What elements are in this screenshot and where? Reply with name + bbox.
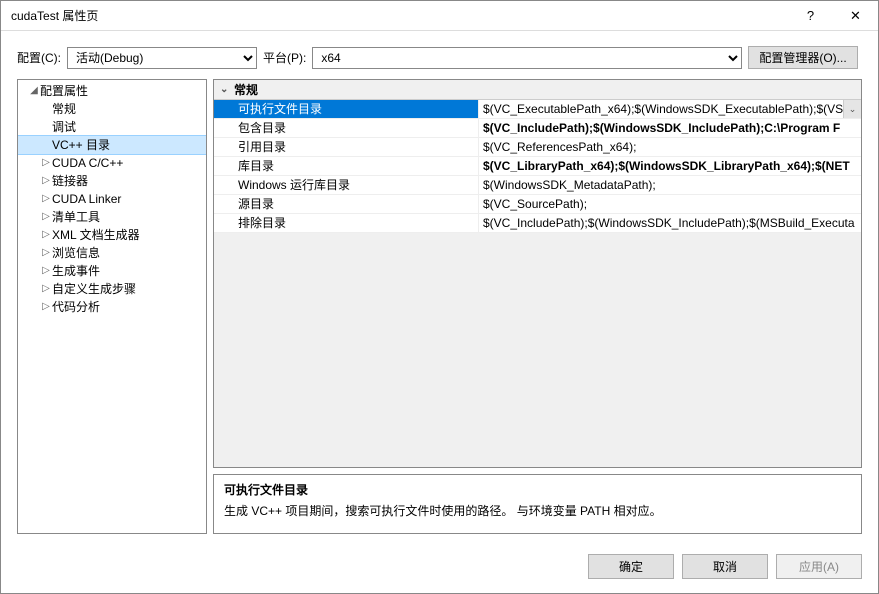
expand-icon: ▷ (40, 262, 52, 280)
tree-item-label: CUDA Linker (52, 190, 121, 208)
tree-item-label: 代码分析 (52, 298, 100, 316)
window-title: cudaTest 属性页 (11, 7, 788, 24)
tree-item[interactable]: ▷浏览信息 (18, 244, 206, 262)
tree-item[interactable]: ▷CUDA Linker (18, 190, 206, 208)
property-label: Windows 运行库目录 (214, 176, 479, 194)
property-value[interactable]: $(VC_ExecutablePath_x64);$(WindowsSDK_Ex… (479, 100, 861, 118)
apply-button: 应用(A) (776, 554, 862, 579)
property-value[interactable]: $(VC_SourcePath); (479, 195, 861, 213)
chevron-down-icon[interactable]: ⌄ (843, 100, 861, 118)
property-value[interactable]: $(VC_IncludePath);$(WindowsSDK_IncludePa… (479, 119, 861, 137)
description-panel: 可执行文件目录 生成 VC++ 项目期间，搜索可执行文件时使用的路径。 与环境变… (213, 474, 862, 534)
tree-item-label: VC++ 目录 (52, 136, 110, 154)
expand-icon: ▷ (40, 280, 52, 298)
tree-item[interactable]: ▷CUDA C/C++ (18, 154, 206, 172)
property-row[interactable]: 可执行文件目录$(VC_ExecutablePath_x64);$(Window… (214, 100, 861, 119)
tree-item-label: 浏览信息 (52, 244, 100, 262)
tree-item[interactable]: 调试 (18, 118, 206, 136)
property-label: 源目录 (214, 195, 479, 213)
toolbar: 配置(C): 活动(Debug) 平台(P): x64 配置管理器(O)... (1, 31, 878, 79)
expand-icon: ▷ (40, 154, 52, 172)
property-label: 排除目录 (214, 214, 479, 232)
help-button[interactable]: ? (788, 1, 833, 31)
tree-item[interactable]: VC++ 目录 (18, 136, 206, 154)
platform-select[interactable]: x64 (312, 47, 742, 69)
property-label: 引用目录 (214, 138, 479, 156)
tree-root-label: 配置属性 (40, 82, 88, 100)
tree-item-label: 常规 (52, 100, 76, 118)
grid-section-header[interactable]: ⌄ 常规 (214, 80, 861, 100)
description-title: 可执行文件目录 (224, 481, 851, 498)
tree-item[interactable]: 常规 (18, 100, 206, 118)
property-row[interactable]: 引用目录$(VC_ReferencesPath_x64); (214, 138, 861, 157)
tree-item[interactable]: ▷代码分析 (18, 298, 206, 316)
section-title: 常规 (234, 80, 258, 100)
tree-item[interactable]: ▷生成事件 (18, 262, 206, 280)
property-row[interactable]: 排除目录$(VC_IncludePath);$(WindowsSDK_Inclu… (214, 214, 861, 233)
tree-root[interactable]: ◢ 配置属性 (18, 82, 206, 100)
property-value[interactable]: $(VC_IncludePath);$(WindowsSDK_IncludePa… (479, 214, 861, 232)
tree-item[interactable]: ▷清单工具 (18, 208, 206, 226)
nav-tree[interactable]: ◢ 配置属性 常规调试VC++ 目录▷CUDA C/C++▷链接器▷CUDA L… (17, 79, 207, 534)
expand-icon: ▷ (40, 244, 52, 262)
collapse-icon: ⌄ (220, 80, 234, 100)
tree-item-label: XML 文档生成器 (52, 226, 140, 244)
property-value[interactable]: $(WindowsSDK_MetadataPath); (479, 176, 861, 194)
dialog-footer: 确定 取消 应用(A) (1, 544, 878, 593)
tree-item-label: 链接器 (52, 172, 88, 190)
expand-icon: ▷ (40, 226, 52, 244)
collapse-icon: ◢ (28, 82, 40, 100)
property-grid: ⌄ 常规 可执行文件目录$(VC_ExecutablePath_x64);$(W… (213, 79, 862, 468)
ok-button[interactable]: 确定 (588, 554, 674, 579)
property-value[interactable]: $(VC_LibraryPath_x64);$(WindowsSDK_Libra… (479, 157, 861, 175)
property-row[interactable]: 源目录$(VC_SourcePath); (214, 195, 861, 214)
close-button[interactable]: ✕ (833, 1, 878, 31)
expand-icon: ▷ (40, 172, 52, 190)
tree-item-label: 自定义生成步骤 (52, 280, 136, 298)
property-row[interactable]: Windows 运行库目录$(WindowsSDK_MetadataPath); (214, 176, 861, 195)
cancel-button[interactable]: 取消 (682, 554, 768, 579)
config-select[interactable]: 活动(Debug) (67, 47, 257, 69)
config-label: 配置(C): (17, 49, 61, 66)
tree-item[interactable]: ▷链接器 (18, 172, 206, 190)
tree-item-label: 调试 (52, 118, 76, 136)
property-value[interactable]: $(VC_ReferencesPath_x64); (479, 138, 861, 156)
tree-item[interactable]: ▷XML 文档生成器 (18, 226, 206, 244)
property-label: 可执行文件目录 (214, 100, 479, 118)
property-row[interactable]: 包含目录$(VC_IncludePath);$(WindowsSDK_Inclu… (214, 119, 861, 138)
expand-icon: ▷ (40, 190, 52, 208)
tree-item-label: CUDA C/C++ (52, 154, 123, 172)
title-bar: cudaTest 属性页 ? ✕ (1, 1, 878, 31)
property-label: 库目录 (214, 157, 479, 175)
tree-item[interactable]: ▷自定义生成步骤 (18, 280, 206, 298)
platform-label: 平台(P): (263, 49, 306, 66)
tree-item-label: 清单工具 (52, 208, 100, 226)
config-manager-button[interactable]: 配置管理器(O)... (748, 46, 857, 69)
property-label: 包含目录 (214, 119, 479, 137)
expand-icon: ▷ (40, 208, 52, 226)
tree-item-label: 生成事件 (52, 262, 100, 280)
property-row[interactable]: 库目录$(VC_LibraryPath_x64);$(WindowsSDK_Li… (214, 157, 861, 176)
expand-icon: ▷ (40, 298, 52, 316)
description-text: 生成 VC++ 项目期间，搜索可执行文件时使用的路径。 与环境变量 PATH 相… (224, 502, 851, 519)
